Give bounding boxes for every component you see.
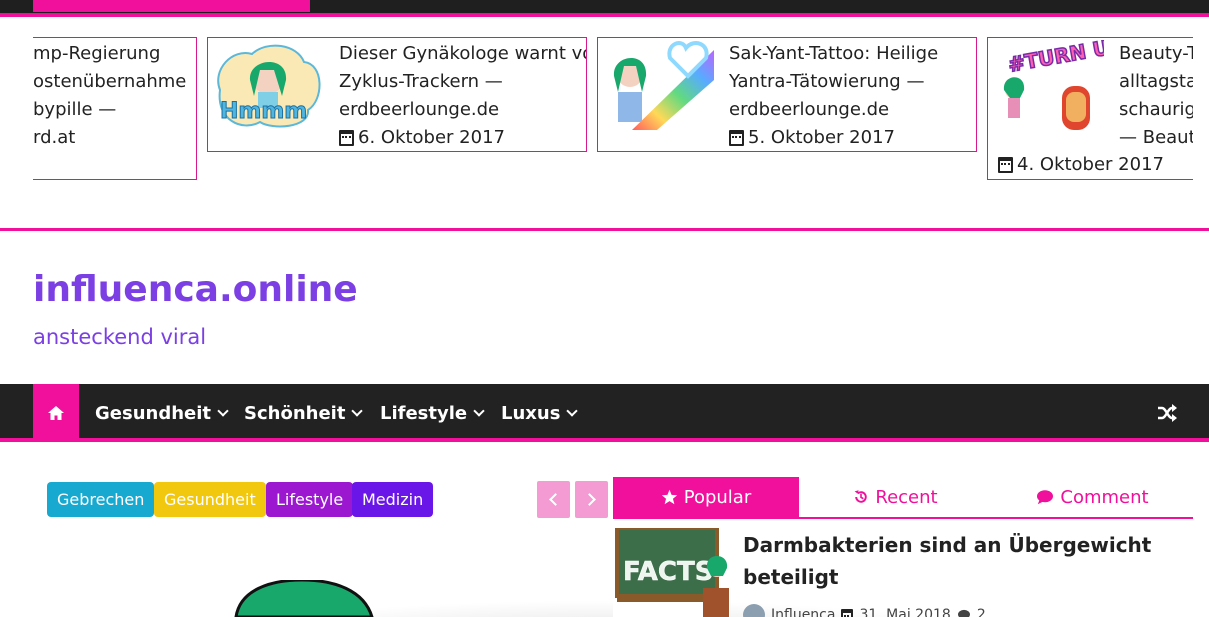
category-tag-lifestyle[interactable]: Lifestyle (266, 482, 354, 517)
nav-item-label: Schönheit (244, 402, 346, 424)
site-title[interactable]: influenca.online (33, 268, 358, 312)
ticker-card[interactable]: Hmmm Dieser Gynäkologe warnt vor Zyklus-… (207, 37, 587, 152)
avatar (743, 604, 765, 617)
slider-prev-button[interactable] (537, 481, 570, 518)
tab-label: Popular (683, 486, 752, 508)
calendar-icon (841, 608, 854, 617)
news-ticker: mp-Regierung ostenübernahme bypille — rd… (33, 17, 1193, 217)
ticker-card-line: ostenübernahme (33, 71, 187, 92)
chevron-left-icon (549, 493, 562, 506)
nav-item-label: Gesundheit (95, 402, 212, 424)
category-tag-gebrechen[interactable]: Gebrechen (47, 482, 155, 517)
ticker-card-date-text: 4. Oktober 2017 (1017, 154, 1164, 175)
ticker-thumbnail-lettering: #TURN UP! (1006, 40, 1104, 77)
chevron-down-icon (566, 405, 579, 417)
posts-tabs: Popular Recent Comment (613, 477, 1193, 519)
ticker-card-date-text: 5. Oktober 2017 (748, 127, 895, 148)
star-icon (661, 489, 677, 505)
tab-comment[interactable]: Comment (992, 477, 1193, 517)
chevron-down-icon (351, 405, 364, 417)
post-title[interactable]: Darmbakterien sind an Übergewicht beteil… (743, 529, 1183, 593)
ticker-card-line: alltagstau (1119, 71, 1193, 92)
chevron-down-icon (217, 405, 229, 417)
nav-item-label: Luxus (501, 402, 561, 424)
ticker-card-line: bypille — (33, 99, 117, 120)
ticker-card-date: 4. Oktober 2017 (998, 151, 1164, 179)
comment-icon (1037, 490, 1054, 505)
ticker-thumbnail[interactable]: Hmmm (212, 40, 324, 130)
main-navigation: Gesundheit Schönheit Lifestyle Luxus (0, 384, 1209, 442)
ticker-card[interactable]: #TURN UP! Beauty-T alltagstau schaurig —… (987, 37, 1193, 180)
post-author[interactable]: Influenca (771, 607, 835, 617)
nav-item-label: Lifestyle (380, 402, 468, 424)
post-comment-count: 2 (976, 607, 986, 617)
ticker-card-line: Yantra-Tätowierung — (729, 71, 925, 92)
ticker-card-date: 5. Oktober 2017 (729, 124, 895, 151)
ticker-card-date: 6. Oktober 2017 (339, 124, 505, 151)
home-icon (48, 406, 64, 420)
header-separator (0, 228, 1209, 231)
ticker-thumbnail[interactable]: #TURN UP! (992, 40, 1104, 130)
tab-popular[interactable]: Popular (613, 477, 799, 517)
ticker-card-line: Zyklus-Trackern — (339, 71, 503, 92)
nav-item-gesundheit[interactable]: Gesundheit (95, 384, 229, 442)
site-tagline: ansteckend viral (33, 325, 207, 349)
ticker-card-line: Sak-Yant-Tattoo: Heilige (729, 43, 939, 64)
top-bar (0, 0, 1209, 17)
ticker-card-date-text: 6. Oktober 2017 (358, 127, 505, 148)
tab-recent[interactable]: Recent (799, 477, 992, 517)
calendar-icon (339, 130, 354, 146)
post-title-line: Darmbakterien sind an Übergewicht (743, 533, 1152, 557)
nav-item-luxus[interactable]: Luxus (501, 384, 579, 442)
comment-icon (957, 609, 970, 617)
nav-item-lifestyle[interactable]: Lifestyle (380, 384, 485, 442)
post-date: 31. Mai 2018 (859, 607, 951, 617)
ticker-thumbnail-lettering: Hmmm (220, 99, 307, 124)
post-title-line: beteiligt (743, 565, 839, 589)
ticker-card-line: Beauty-T (1119, 43, 1193, 64)
ticker-card-line: erdbeerlounge.de (339, 99, 500, 120)
ticker-card-line: — Beauty (1119, 127, 1193, 148)
shuffle-icon[interactable] (1156, 403, 1178, 423)
slider-next-button[interactable] (575, 481, 608, 518)
post-thumbnail[interactable]: FACTS (613, 528, 730, 617)
ticker-card-line: rd.at (33, 127, 76, 148)
chevron-down-icon (473, 405, 485, 417)
category-tag-gesundheit[interactable]: Gesundheit (154, 482, 266, 517)
category-tag-medizin[interactable]: Medizin (352, 482, 434, 517)
tab-label: Comment (1060, 486, 1149, 508)
nav-item-schoenheit[interactable]: Schönheit (244, 384, 364, 442)
ticker-card-line: Dieser Gynäkologe warnt vor (339, 43, 587, 64)
nav-home-button[interactable] (33, 384, 79, 442)
ticker-card-line: mp-Regierung (33, 43, 161, 64)
post-thumbnail-lettering: FACTS (623, 557, 713, 587)
ticker-card[interactable]: Sak-Yant-Tattoo: Heilige Yantra-Tätowier… (597, 37, 977, 152)
ticker-thumbnail[interactable] (602, 40, 714, 130)
top-progress-bar (33, 0, 310, 12)
calendar-icon (729, 130, 744, 146)
history-icon (854, 490, 868, 503)
tab-label: Recent (875, 486, 938, 508)
ticker-card-line: schaurig (1119, 99, 1193, 120)
post-meta: Influenca 31. Mai 2018 2 (743, 604, 986, 617)
chevron-right-icon (583, 493, 596, 506)
ticker-card[interactable]: mp-Regierung ostenübernahme bypille — rd… (33, 37, 197, 180)
ticker-card-line: erdbeerlounge.de (729, 99, 890, 120)
calendar-icon (998, 157, 1013, 173)
